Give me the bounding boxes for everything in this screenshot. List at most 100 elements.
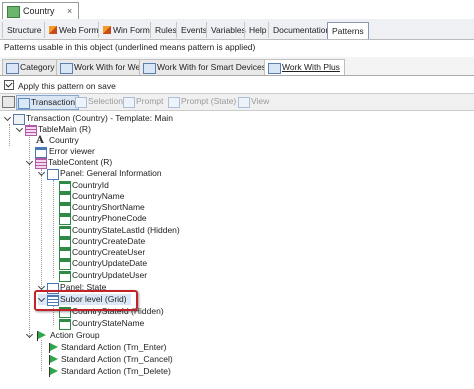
category-icon [6,63,19,74]
tree-node-action[interactable]: Standard Action (Trn_Delete) [47,366,171,377]
pattern-tab-work-with-smart-devices[interactable]: Work With for Smart Devices [139,59,271,75]
pattern-tab-label: Work With for Smart Devices [157,62,266,72]
flag-icon [49,343,58,353]
tree-node-label: Standard Action (Trn_Cancel) [61,354,173,364]
tab-label: Rules [155,25,177,35]
tree-node-attribute[interactable]: CountryName [59,191,125,203]
tree-node-attribute[interactable]: CountryCreateUser [59,247,145,259]
tree-node-attribute[interactable]: CountryCreateDate [59,236,145,248]
tree-node-label: Standard Action (Trn_Enter) [61,342,167,352]
collapse-chevron-icon[interactable] [4,115,11,122]
tree-node-label: CountryUpdateUser [72,270,148,280]
apply-on-save-checkbox[interactable] [4,80,14,90]
attribute-icon [59,214,71,225]
tree-node-label: CountryId [72,180,109,190]
tab-label: Patterns [332,26,364,36]
tree-node-panel-general[interactable]: Panel: General Information [38,168,162,180]
collapse-chevron-icon[interactable] [38,170,45,177]
collapse-chevron-icon[interactable] [26,332,33,339]
tree-node-attribute[interactable]: CountryPhoneCode [59,213,147,225]
apply-on-save-option[interactable]: Apply this pattern on save [4,80,116,91]
close-icon[interactable]: × [67,6,72,16]
tree-node-label: CountryShortName [72,202,145,212]
toolbar-view[interactable]: View [237,95,272,108]
tree-node-label: Transaction (Country) - Template: Main [26,113,173,123]
work-with-icon [60,63,73,74]
pattern-tabs: Category Work With for Web Work With for… [0,57,474,76]
tree-connector [9,124,10,146]
tree-node-attribute[interactable]: CountryUpdateUser [59,270,148,282]
selection-icon [75,97,87,108]
tree-connector [41,169,42,289]
toolbar-label: Selection [88,96,123,106]
tree-node-label: CountryName [72,191,125,201]
tree-node-label: Country [49,135,79,145]
collapse-chevron-icon[interactable] [16,126,23,133]
tree-node-country-text[interactable]: A Country [35,135,79,146]
tab-label: Win Form [113,25,150,35]
toolbar-selection[interactable]: Selection [74,95,126,108]
tab-patterns[interactable]: Patterns [327,22,369,39]
document-tab-label: Country [23,6,55,16]
tree-node-attribute[interactable]: CountryStateLastId (Hidden) [59,225,180,237]
tree-node-table-main[interactable]: TableMain (R) [16,124,91,136]
tree-node-attribute[interactable]: CountryUpdateDate [59,258,147,270]
view-icon [238,97,250,108]
pattern-tab-label: Category [20,62,55,72]
smart-devices-icon [143,63,156,74]
flag-icon [37,331,46,341]
work-with-plus-icon [268,63,281,74]
tree-node-attribute[interactable]: CountryId [59,180,109,192]
toolbar-transaction[interactable]: Transaction [16,95,80,110]
apply-on-save-label: Apply this pattern on save [18,81,116,91]
tree-node-action[interactable]: Standard Action (Trn_Cancel) [47,354,173,365]
tab-label: Variables [211,25,246,35]
collapse-chevron-icon[interactable] [26,159,33,166]
tab-help[interactable]: Help [244,22,270,38]
tab-structure[interactable]: Structure [2,22,46,38]
pattern-tab-category[interactable]: Category [2,59,60,75]
tab-label: Help [249,25,267,35]
pattern-tab-label: Work With for Web [74,62,146,72]
patterns-info-text: Patterns usable in this object (underlin… [4,42,256,52]
toolbar-label: View [251,96,270,106]
text-a-icon: A [36,135,44,146]
tree-node-transaction[interactable]: Transaction (Country) - Template: Main [4,113,173,125]
web-form-icon [49,26,57,34]
tab-label: Documentation [273,25,331,35]
tree-node-table-content[interactable]: TableContent (R) [26,157,113,169]
pattern-tab-work-with-plus[interactable]: Work With Plus [264,59,345,75]
flag-icon [49,355,58,365]
document-tab-country[interactable]: Country × [2,2,80,19]
pattern-tab-work-with-web[interactable]: Work With for Web [56,59,151,75]
toolbar-prompt[interactable]: Prompt [122,95,166,108]
tree-node-label: CountryStateLastId (Hidden) [72,225,180,235]
tree-node-label: Panel: General Information [60,168,162,178]
toolbar-label: Prompt (State) [181,96,237,106]
highlight-box [34,290,138,311]
tree-node-attribute[interactable]: CountryStateName [59,318,145,330]
tree-connector [53,180,54,278]
tab-web-form[interactable]: Web Form [44,22,103,38]
tree-node-action[interactable]: Standard Action (Trn_Enter) [47,342,167,353]
tab-label: Web Form [59,25,99,35]
properties-icon[interactable] [2,96,15,108]
transaction-icon [18,98,30,109]
tree-node-label: Error viewer [49,146,95,156]
toolbar-prompt-state[interactable]: Prompt (State) [167,95,239,108]
tree-node-label: Action Group [50,330,100,340]
tab-documentation[interactable]: Documentation [268,22,334,38]
flag-icon [49,367,58,377]
panel-icon [47,169,59,180]
attribute-icon [59,259,71,270]
tree-node-error-viewer[interactable]: Error viewer [35,146,95,158]
prompt-icon [123,97,135,108]
transaction-icon [7,6,20,18]
tree-node-action-group[interactable]: Action Group [26,330,100,341]
instance-toolbar: Transaction Selection Prompt Prompt (Sta… [0,93,474,111]
tree-node-label: CountryStateName [72,318,145,328]
tab-win-form[interactable]: Win Form [98,22,154,38]
tree-node-label: TableContent (R) [48,157,113,167]
document-tab-bar: Country × [0,0,474,20]
tree-node-attribute[interactable]: CountryShortName [59,202,145,214]
